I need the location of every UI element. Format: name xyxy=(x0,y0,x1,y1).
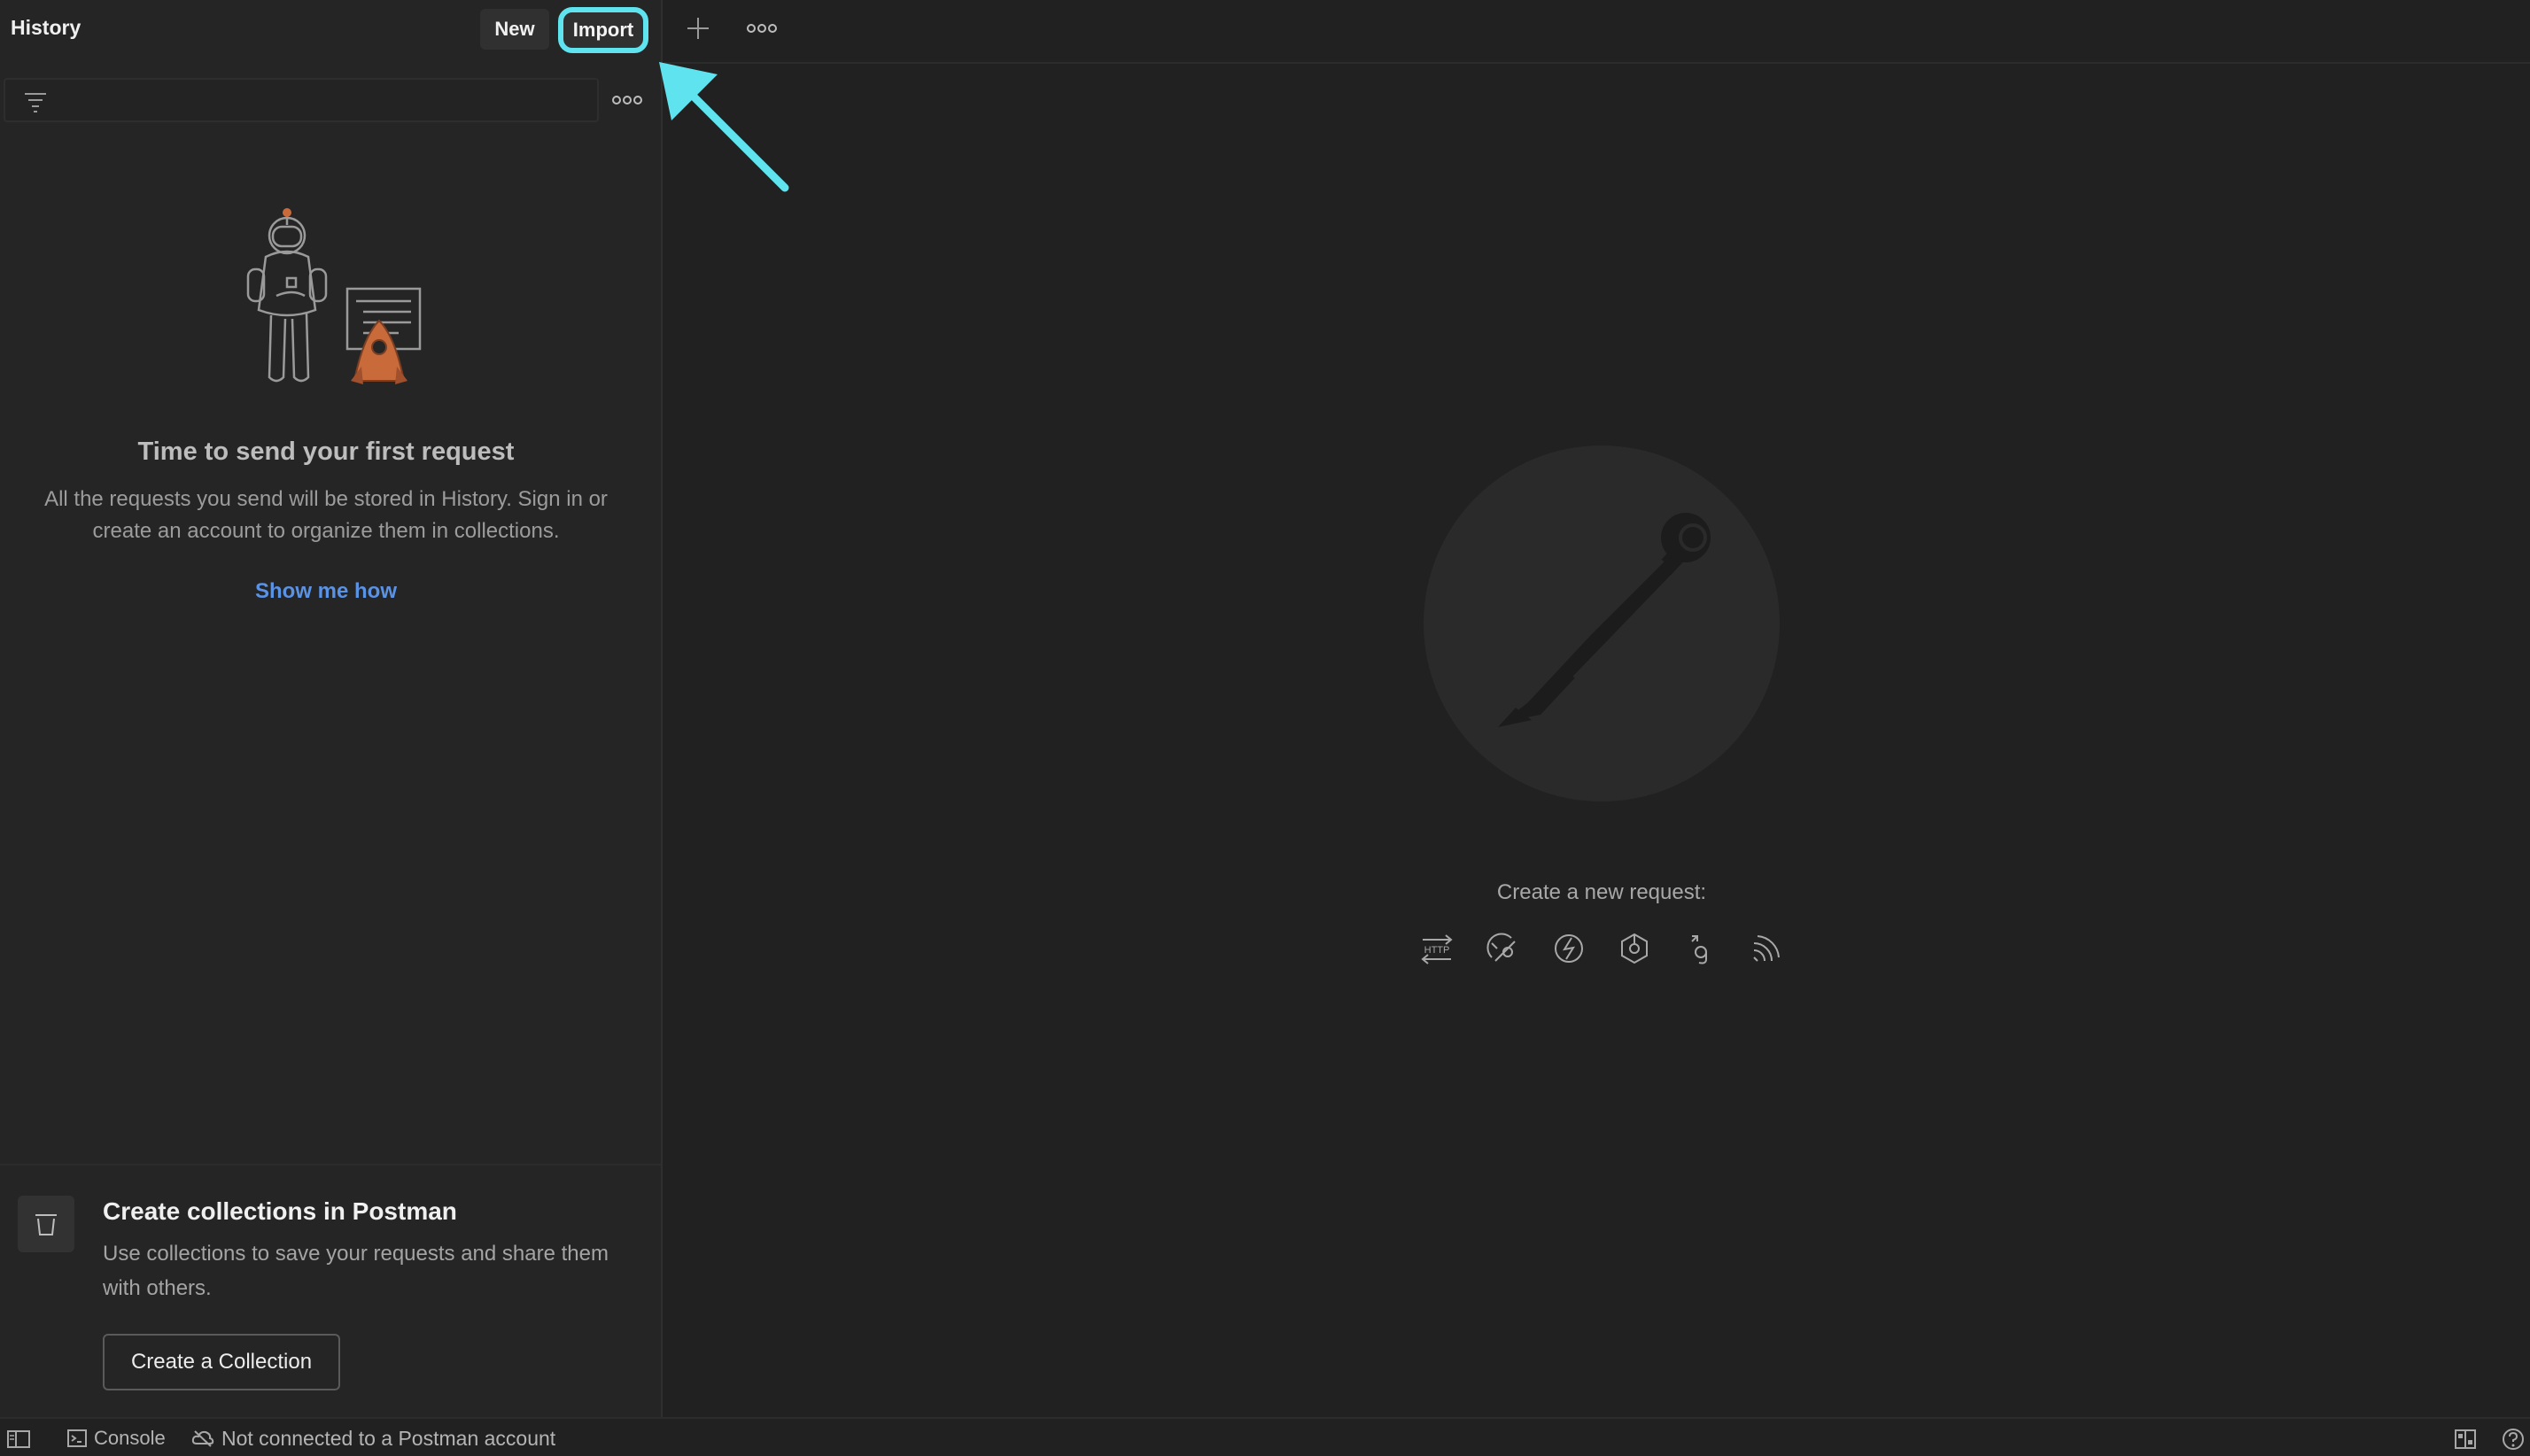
collection-icon-box xyxy=(18,1196,74,1252)
help-icon[interactable] xyxy=(2502,1428,2525,1451)
socketio-icon[interactable] xyxy=(1617,931,1652,966)
empty-history-title: Time to send your first request xyxy=(137,438,515,466)
postman-app: History New Import Time to send your fir… xyxy=(0,0,2530,1456)
collections-description: Use collections to save your requests an… xyxy=(103,1242,609,1300)
trash-collection-icon xyxy=(35,1214,57,1235)
sidebar: History New Import Time to send your fir… xyxy=(0,0,663,1417)
new-tab-plus-icon[interactable] xyxy=(686,16,710,41)
mqtt-icon[interactable] xyxy=(1749,931,1784,966)
request-type-icons: HTTP xyxy=(1419,930,1784,967)
websocket-icon[interactable] xyxy=(1551,931,1587,966)
connection-status[interactable]: Not connected to a Postman account xyxy=(191,1426,555,1451)
cloud-offline-icon xyxy=(191,1430,214,1447)
tab-bar xyxy=(664,0,2530,64)
sidebar-title: History xyxy=(11,16,81,39)
postman-logo xyxy=(1424,445,1780,802)
console-button[interactable]: Console xyxy=(67,1426,166,1451)
http-icon[interactable]: HTTP xyxy=(1419,931,1455,966)
collections-title: Create collections in Postman xyxy=(103,1197,457,1225)
filter-icon xyxy=(25,93,46,112)
toggle-sidebar-icon[interactable] xyxy=(7,1429,30,1449)
console-icon xyxy=(67,1429,87,1447)
grpc-icon[interactable] xyxy=(1683,931,1719,966)
svg-text:HTTP: HTTP xyxy=(1424,945,1450,956)
create-collections-panel: Create collections in Postman Use collec… xyxy=(0,1164,661,1417)
tab-more-icon[interactable] xyxy=(746,19,778,37)
empty-history-description: All the requests you send will be stored… xyxy=(44,487,608,543)
sidebar-more-icon[interactable] xyxy=(611,89,643,112)
annotation-arrow-icon xyxy=(659,62,789,192)
two-pane-layout-icon[interactable] xyxy=(2454,1428,2477,1451)
astronaut-illustration xyxy=(246,208,422,384)
console-label: Console xyxy=(94,1427,166,1449)
connection-label: Not connected to a Postman account xyxy=(221,1426,556,1450)
show-me-how-link[interactable]: Show me how xyxy=(0,579,652,604)
import-button[interactable]: Import xyxy=(558,7,648,53)
create-request-label: Create a new request: xyxy=(1496,880,1707,904)
graphql-icon[interactable] xyxy=(1485,931,1520,966)
sidebar-header: History New Import xyxy=(0,0,661,58)
postman-pen-icon xyxy=(1498,513,1711,727)
new-button[interactable]: New xyxy=(480,9,549,50)
history-filter-input[interactable] xyxy=(4,78,599,122)
create-collection-button[interactable]: Create a Collection xyxy=(103,1334,340,1390)
status-bar: Console Not connected to a Postman accou… xyxy=(0,1417,2530,1456)
